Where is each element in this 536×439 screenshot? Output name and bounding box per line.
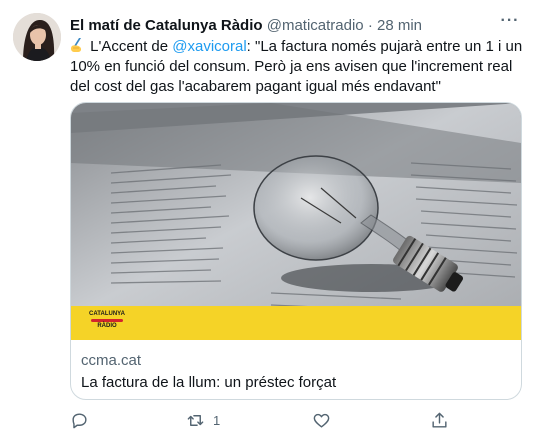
like-button[interactable] <box>312 406 331 434</box>
handle[interactable]: @maticatradio <box>267 17 364 34</box>
more-options-button[interactable]: ··· <box>498 12 522 36</box>
card-body[interactable]: ccma.cat La factura de la llum: un prést… <box>71 340 521 399</box>
avatar[interactable] <box>13 13 61 61</box>
card-title: La factura de la llum: un préstec forçat <box>81 374 337 391</box>
tweet[interactable]: El matí de Catalunya Ràdio @maticatradio… <box>0 0 536 439</box>
catalunya-radio-logo: CATALUNYA RÀDIO <box>89 311 125 329</box>
tweet-actions: 1 <box>62 406 522 434</box>
tweet-text: L'Accent de @xavicoral: "La factura nomé… <box>70 37 528 97</box>
heart-icon <box>313 413 330 428</box>
tweet-text-prefix: L'Accent de <box>86 38 173 55</box>
share-icon <box>432 412 447 428</box>
display-name[interactable]: El matí de Catalunya Ràdio <box>70 17 263 34</box>
writing-hand-icon <box>71 38 82 52</box>
retweet-count: 1 <box>213 412 221 428</box>
reply-icon <box>72 412 87 428</box>
mention-link[interactable]: @xavicoral <box>172 38 246 55</box>
card-domain: ccma.cat <box>81 352 142 369</box>
separator: · <box>367 17 373 34</box>
link-card[interactable]: CATALUNYA RÀDIO ccma.cat La factura de l… <box>70 102 522 400</box>
tweet-header: El matí de Catalunya Ràdio @maticatradio… <box>70 12 522 36</box>
share-button[interactable] <box>430 406 449 434</box>
retweet-button[interactable]: 1 <box>186 406 220 434</box>
timestamp[interactable]: 28 min <box>377 17 422 34</box>
card-image[interactable]: CATALUNYA RÀDIO <box>71 103 521 340</box>
reply-button[interactable] <box>70 406 89 434</box>
lightbulb-photo <box>71 103 521 340</box>
retweet-icon <box>187 414 204 426</box>
